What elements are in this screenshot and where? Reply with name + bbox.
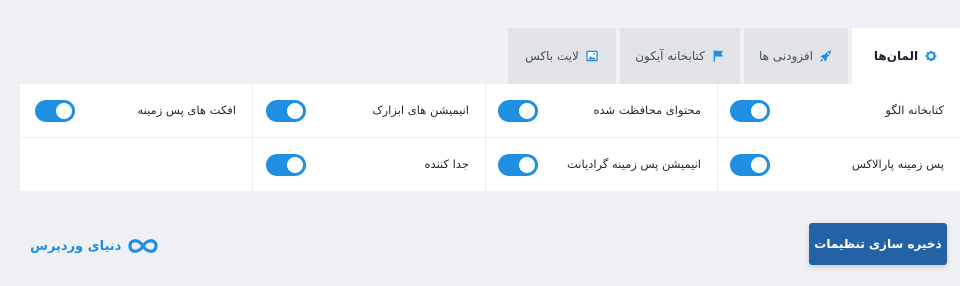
parallax-background-toggle[interactable]: [730, 154, 770, 176]
tab-label: المان‌ها: [873, 49, 919, 63]
gradient-background-animation-toggle[interactable]: [498, 154, 538, 176]
tab-elements[interactable]: المان‌ها: [852, 28, 960, 84]
tab-icon-library[interactable]: کتابخانه آیکون: [620, 28, 740, 84]
setting-protected-content: محتوای محافظت شده: [485, 84, 717, 137]
protected-content-toggle[interactable]: [498, 100, 538, 122]
template-library-toggle[interactable]: [730, 100, 770, 122]
tab-label: لایت باکس: [525, 49, 579, 63]
setting-background-effects: افکت های پس زمینه: [20, 84, 252, 137]
setting-label: کتابخانه الگو: [885, 103, 944, 117]
flag-icon: [711, 49, 725, 63]
setting-label: پس زمینه پارالاکس: [851, 157, 944, 171]
setting-label: جدا کننده: [424, 157, 469, 171]
tab-label: کتابخانه آیکون: [635, 49, 705, 63]
brand-name: دنیای وردپرس: [30, 238, 122, 254]
extensions-panel: کتابخانه الگو محتوای محافظت شده انیمیشن …: [20, 84, 960, 191]
widget-animations-toggle[interactable]: [266, 100, 306, 122]
tab-extensions[interactable]: افزودنی ها: [744, 28, 848, 84]
setting-label: انیمیشن پس زمینه گرادیانت: [567, 157, 701, 171]
setting-label: انیمیشن های ابزارک: [372, 103, 469, 117]
brand: دنیای وردپرس: [30, 233, 159, 259]
setting-separator: جدا کننده: [252, 138, 485, 191]
gear-icon: [924, 49, 938, 63]
tab-label: افزودنی ها: [759, 49, 813, 63]
setting-widget-animations: انیمیشن های ابزارک: [252, 84, 485, 137]
background-effects-toggle[interactable]: [35, 100, 75, 122]
setting-gradient-background-animation: انیمیشن پس زمینه گرادیانت: [485, 138, 717, 191]
setting-parallax-background: پس زمینه پارالاکس: [717, 138, 960, 191]
separator-toggle[interactable]: [266, 154, 306, 176]
setting-label: افکت های پس زمینه: [137, 103, 236, 117]
setting-label: محتوای محافظت شده: [593, 103, 701, 117]
save-settings-button[interactable]: ذخیره سازی تنظیمات: [809, 223, 947, 265]
infinity-logo-icon: [127, 237, 159, 255]
rocket-icon: [819, 49, 833, 63]
setting-template-library: کتابخانه الگو: [717, 84, 960, 137]
image-icon: [585, 49, 599, 63]
tab-lightbox[interactable]: لایت باکس: [508, 28, 616, 84]
